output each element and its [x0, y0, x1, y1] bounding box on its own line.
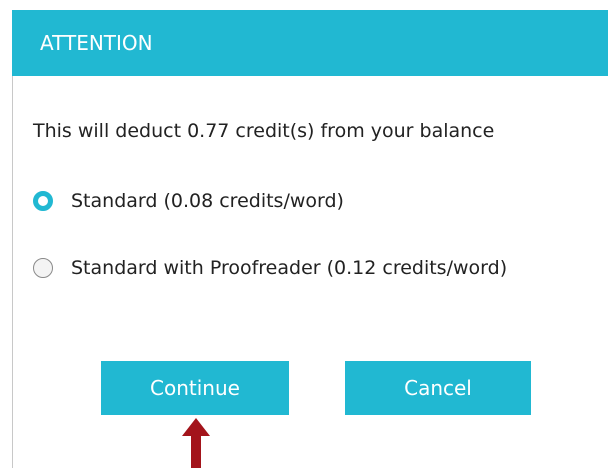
deduction-message: This will deduct 0.77 credit(s) from you…	[33, 120, 495, 142]
dialog-title: ATTENTION	[12, 10, 608, 76]
radio-standard-proofreader[interactable]	[33, 258, 53, 278]
option-standard-proofreader[interactable]: Standard with Proofreader (0.12 credits/…	[33, 257, 507, 279]
cancel-button[interactable]: Cancel	[345, 361, 531, 415]
option-standard[interactable]: Standard (0.08 credits/word)	[33, 190, 344, 212]
continue-button[interactable]: Continue	[101, 361, 289, 415]
up-arrow-icon	[182, 418, 210, 468]
dialog-border	[12, 76, 13, 468]
radio-standard-selected[interactable]	[33, 191, 53, 211]
option-standard-label: Standard (0.08 credits/word)	[71, 190, 344, 212]
option-standard-proofreader-label: Standard with Proofreader (0.12 credits/…	[71, 257, 508, 279]
attention-dialog: ATTENTION This will deduct 0.77 credit(s…	[0, 0, 608, 468]
